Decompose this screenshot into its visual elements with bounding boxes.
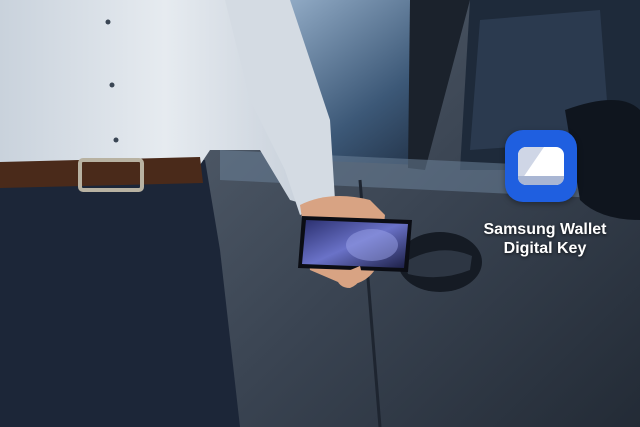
- scene-illustration: [0, 0, 640, 427]
- jeans: [0, 160, 240, 427]
- samsung-wallet-app-icon: [505, 130, 577, 202]
- wallet-card-icon: [518, 147, 564, 185]
- smartphone: [298, 216, 412, 272]
- caption-line-1: Samsung Wallet: [483, 221, 607, 238]
- photo-scene: Samsung Wallet Digital Key: [0, 0, 640, 427]
- caption-line-2: Digital Key: [503, 240, 587, 257]
- digital-key-caption: Samsung Wallet Digital Key: [460, 220, 630, 258]
